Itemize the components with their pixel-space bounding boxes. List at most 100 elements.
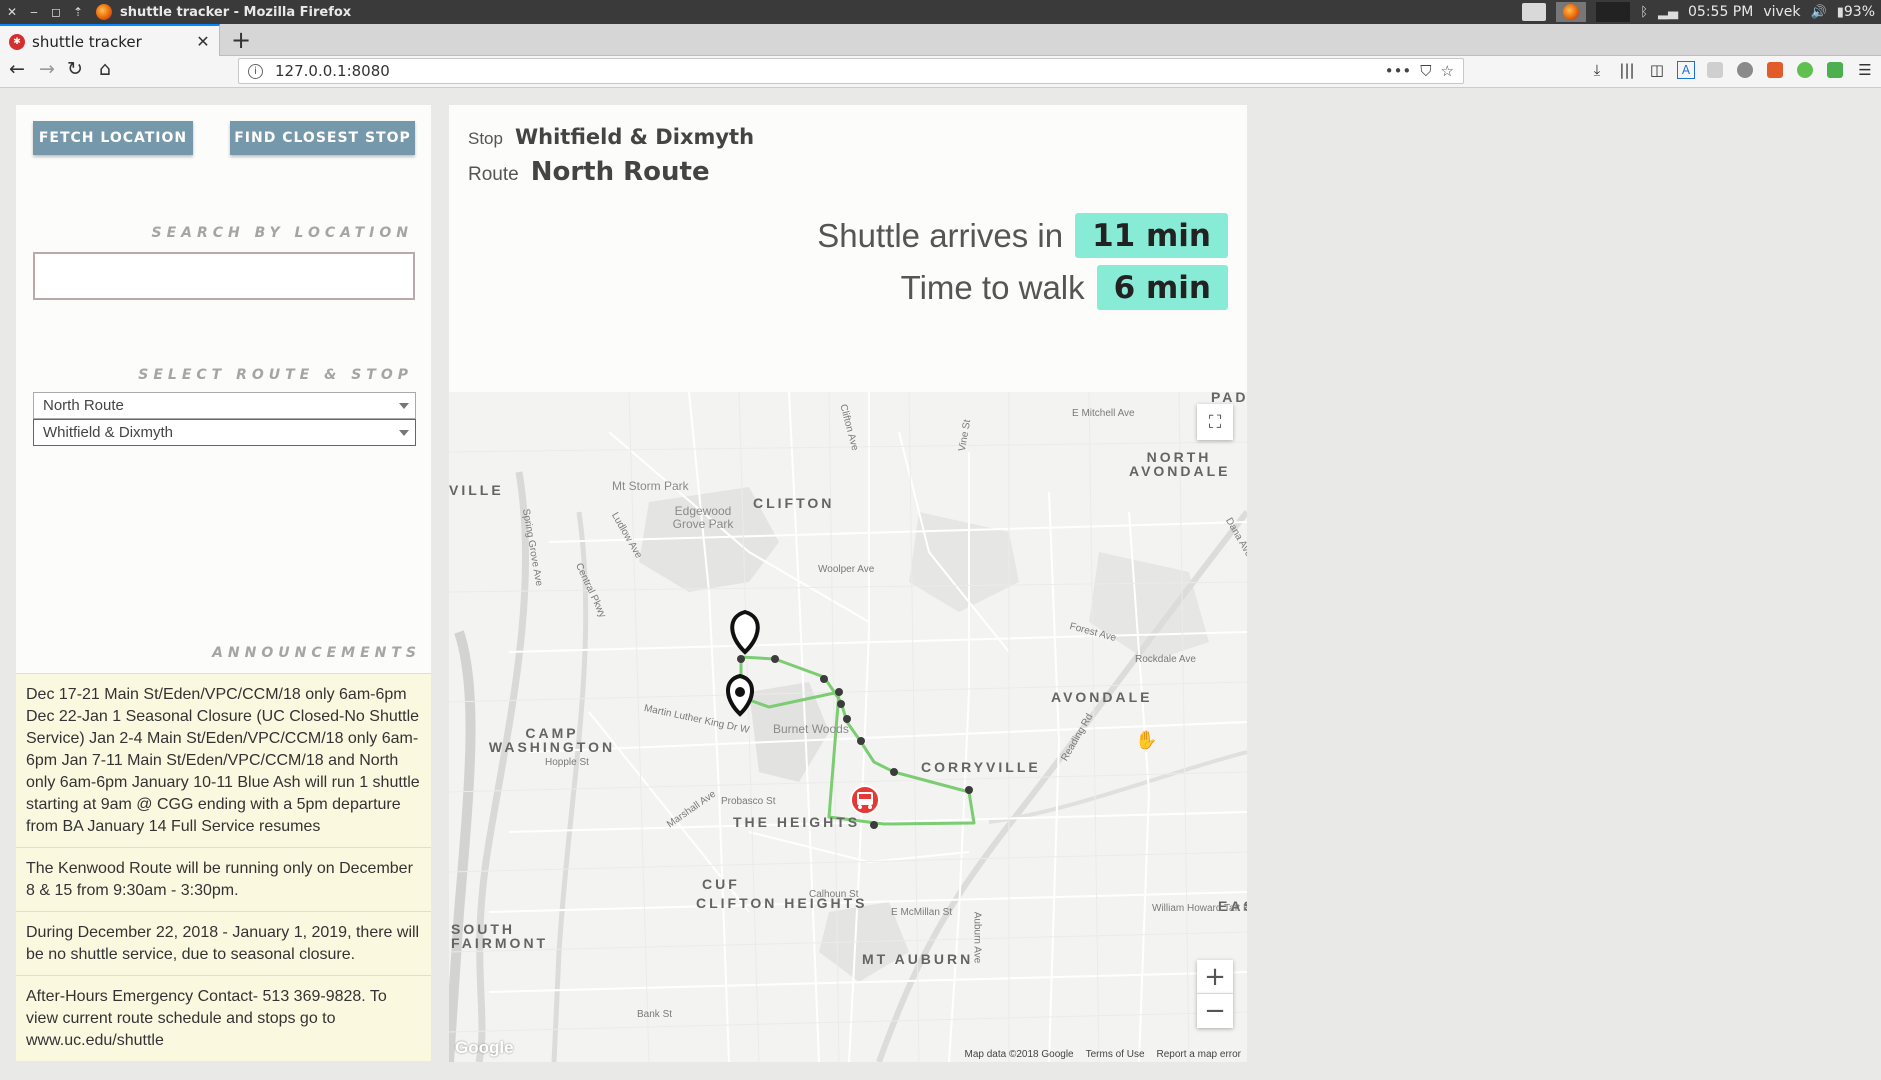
map-label-north-avondale: NORTH AVONDALE [1129,449,1231,479]
map-label-ville: VILLE [449,482,504,498]
tab-strip: ✱ shuttle tracker ✕ + [0,24,1881,57]
walk-label: Time to walk [900,268,1085,306]
site-info-icon[interactable]: i [248,63,263,79]
map-zoom-in-button[interactable]: + [1197,960,1233,994]
library-icon[interactable]: ||| [1617,60,1637,80]
route-stop-dot [965,786,973,794]
route-stop-dot [737,655,745,663]
volume-icon[interactable]: 🔊 [1811,5,1827,20]
map-label-edgewood-grove-park: Edgewood Grove Park [672,504,734,531]
sidebar: FETCH LOCATION FIND CLOSEST STOP SEARCH … [16,105,431,1061]
battery-level: 93% [1843,4,1875,20]
route-stop-dot [771,655,779,663]
battery-indicator[interactable]: ▮93% [1837,4,1875,20]
route-stop-dot [870,821,878,829]
tab-close-icon[interactable]: ✕ [193,32,213,51]
files-tray-icon[interactable] [1522,3,1547,21]
fetch-location-button[interactable]: FETCH LOCATION [33,121,193,155]
route-info: Route North Route [468,157,710,187]
route-stop-dot [820,675,828,683]
url-bar[interactable]: i 127.0.0.1:8080 ••• ⛉ ☆ [238,58,1464,84]
arrives-badge: 11 min [1075,213,1228,258]
window-title: shuttle tracker - Mozilla Firefox [120,4,352,20]
forward-icon[interactable]: → [34,58,60,80]
bookmark-star-icon[interactable]: ☆ [1441,62,1454,80]
route-stop-dot [837,700,845,708]
terminal-tray-icon[interactable] [1596,2,1631,22]
route-select-value: North Route [43,397,124,414]
map-label-south-fairmont: SOUTH FAIRMONT [451,921,549,951]
announcement-item: The Kenwood Route will be running only o… [16,847,431,911]
map-label-mt-storm-park: Mt Storm Park [612,479,689,493]
search-location-input[interactable] [33,252,415,300]
map-street-calhoun-st: Calhoun St [809,889,859,900]
map-street-probasco-st: Probasco St [721,796,776,807]
route-stop-dot [835,688,843,696]
arrives-label: Shuttle arrives in [817,216,1064,254]
google-logo[interactable]: Google [455,1038,514,1058]
new-tab-icon[interactable]: + [228,26,254,54]
map-report-error-link[interactable]: Report a map error [1157,1049,1241,1060]
find-closest-stop-button[interactable]: FIND CLOSEST STOP [230,121,415,155]
map-zoom-out-button[interactable]: − [1197,994,1233,1028]
window-minimize-icon[interactable]: ‒ [24,5,44,19]
url-text[interactable]: 127.0.0.1:8080 [275,62,1385,80]
clock[interactable]: 05:55 PM [1688,4,1753,20]
map-street-bank-st: Bank St [637,1009,673,1020]
translate-extension-icon[interactable]: A [1677,61,1695,79]
stop-select[interactable]: Whitfield & Dixmyth [33,419,416,446]
map-label-clifton: CLIFTON [753,495,835,511]
announcement-item: During December 22, 2018 - January 1, 20… [16,911,431,975]
route-stop-dot [857,737,865,745]
user-name[interactable]: vivek [1763,4,1800,20]
downloads-icon[interactable]: ⤓ [1587,60,1607,80]
search-section-label: SEARCH BY LOCATION [151,225,413,241]
route-value: North Route [530,157,710,187]
tab-shuttle-tracker[interactable]: ✱ shuttle tracker ✕ [0,24,220,57]
bluetooth-icon[interactable]: ᛒ [1640,5,1648,20]
chevron-down-icon [399,403,409,409]
route-map[interactable]: VILLE CLIFTON PAD NORTH AVONDALE AVONDAL… [449,392,1247,1062]
announcements-list: Dec 17-21 Main St/Eden/VPC/CCM/18 only 6… [16,673,431,1061]
route-key: Route [468,164,519,185]
map-street-rockdale-ave: Rockdale Ave [1135,654,1196,665]
walk-badge: 6 min [1096,265,1228,310]
route-select[interactable]: North Route [33,392,416,419]
page-actions-icon[interactable]: ••• [1385,62,1412,80]
chevron-down-icon [399,430,409,436]
map-fullscreen-button[interactable]: ⛶ [1197,404,1233,440]
extension-icon-2[interactable] [1737,62,1753,78]
pocket-icon[interactable]: ⛉ [1420,62,1431,80]
plus-icon: + [1204,961,1226,992]
route-stop-section-label: SELECT ROUTE & STOP [138,367,413,383]
map-label-corryville: CORRYVILLE [921,759,1041,775]
map-street-e-mitchell-ave: E Mitchell Ave [1072,408,1135,419]
network-icon[interactable]: ▂▄ [1658,5,1678,20]
extension-icon-4[interactable] [1797,62,1813,78]
route-stop-dot [890,768,898,776]
stop-value: Whitfield & Dixmyth [514,125,755,149]
back-icon[interactable]: ← [4,58,30,80]
stop-key: Stop [468,129,503,148]
map-street-hopple-st: Hopple St [545,757,589,768]
map-street-e-mcmillan-st: E McMillan St [891,907,953,918]
minus-icon: − [1204,996,1226,1026]
window-close-icon[interactable]: ✕ [2,5,22,19]
firefox-tray-icon[interactable] [1556,2,1587,22]
extension-icon-3[interactable] [1767,62,1783,78]
announcements-label: ANNOUNCEMENTS [212,645,421,661]
window-maximize-icon[interactable]: ◻ [46,5,66,19]
home-icon[interactable]: ⌂ [92,58,118,80]
tab-title: shuttle tracker [32,32,142,51]
sidebar-icon[interactable]: ◫ [1647,60,1667,80]
reload-icon[interactable]: ↻ [62,58,88,80]
announcement-item: After-Hours Emergency Contact- 513 369-9… [16,975,431,1061]
extension-icon-5[interactable] [1827,62,1843,78]
walk-eta: Time to walk 6 min [901,265,1228,310]
toolbar-icons: ⤓ ||| ◫ A ☰ [1587,60,1875,80]
extension-icon-1[interactable] [1707,62,1723,78]
window-up-icon[interactable]: ⇡ [68,5,88,19]
map-terms-link[interactable]: Terms of Use [1086,1049,1145,1060]
menu-icon[interactable]: ☰ [1855,60,1875,80]
navigation-bar: ← → ↻ ⌂ i 127.0.0.1:8080 ••• ⛉ ☆ ⤓ ||| ◫… [0,56,1881,88]
